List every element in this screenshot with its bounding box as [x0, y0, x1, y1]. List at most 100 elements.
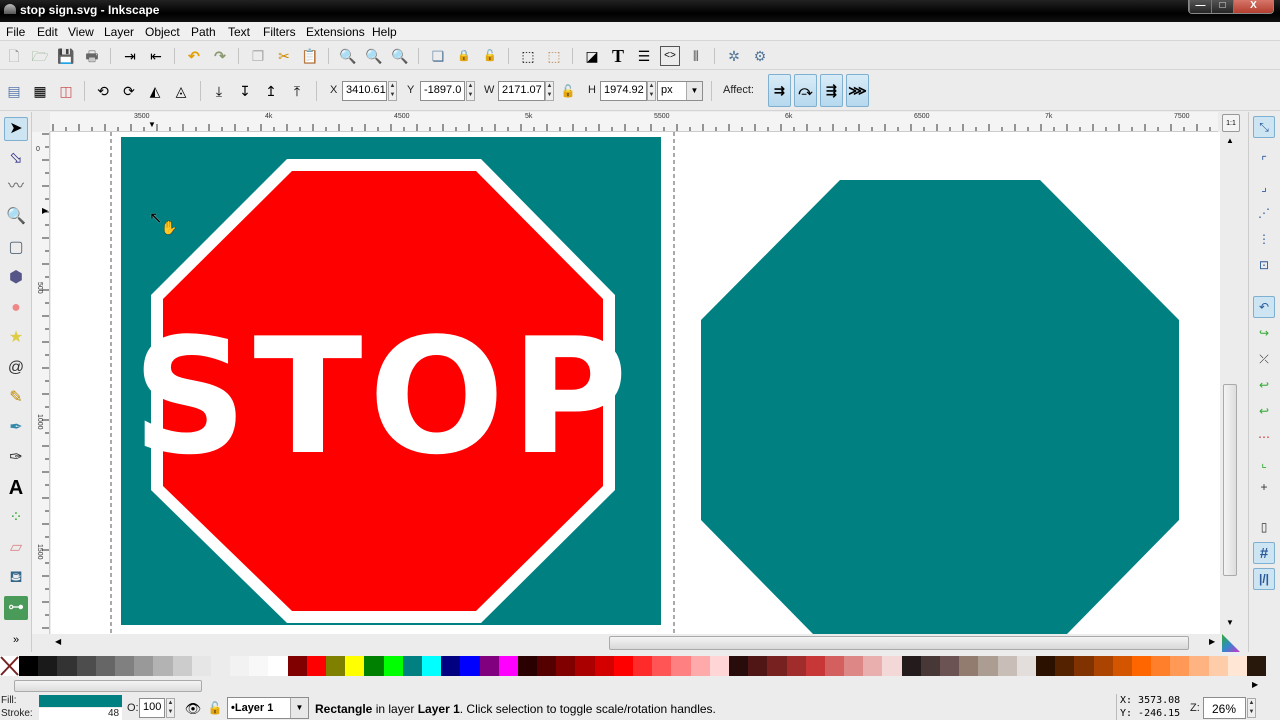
color-swatch[interactable]: [767, 656, 787, 676]
color-swatch[interactable]: [249, 656, 269, 676]
vertical-ruler[interactable]: 0 500 1000 1500 ▶: [32, 132, 50, 634]
snap-nodes[interactable]: ↶: [1253, 296, 1275, 318]
duplicate-icon[interactable]: ❐: [248, 46, 268, 66]
palette-scroll-thumb[interactable]: [14, 680, 202, 692]
no-paint-swatch[interactable]: [0, 656, 19, 676]
color-swatch[interactable]: [940, 656, 960, 676]
menu-layer[interactable]: Layer: [104, 25, 134, 39]
flip-vertical-icon[interactable]: ◬: [171, 81, 191, 101]
color-swatch[interactable]: [1189, 656, 1209, 676]
move-gradients-toggle[interactable]: ⇶: [820, 74, 843, 107]
ungroup-icon[interactable]: ⬚: [544, 46, 564, 66]
scroll-down-icon[interactable]: ▼: [1226, 618, 1234, 627]
deselect-icon[interactable]: ◫: [56, 81, 76, 101]
zoom-1to1-button[interactable]: 1:1: [1222, 114, 1240, 132]
horizontal-scroll-thumb[interactable]: [609, 636, 1189, 650]
unit-select[interactable]: px ▼: [657, 81, 703, 101]
node-tool[interactable]: ⬂: [4, 147, 28, 171]
snap-rotation-center[interactable]: +: [1253, 476, 1275, 498]
connector-tool[interactable]: ⊶: [4, 596, 28, 620]
h-input[interactable]: 1974.92: [600, 81, 647, 101]
raise-icon[interactable]: ↥: [261, 81, 281, 101]
color-swatch[interactable]: [863, 656, 883, 676]
unlink-clone-icon[interactable]: 🔓: [480, 46, 500, 66]
y-spinner[interactable]: ▲ ▼: [466, 81, 475, 101]
color-swatch[interactable]: [709, 656, 729, 676]
color-swatch[interactable]: [383, 656, 403, 676]
snap-cusp-nodes[interactable]: ↩: [1253, 374, 1275, 396]
fill-color-indicator[interactable]: [39, 695, 122, 707]
color-swatch[interactable]: [402, 656, 422, 676]
snap-object-midpoints[interactable]: ⌞: [1253, 452, 1275, 474]
align-distribute-icon[interactable]: ⫴: [686, 46, 706, 66]
color-swatch[interactable]: [824, 656, 845, 676]
color-swatch[interactable]: [479, 656, 499, 676]
rectangle-tool[interactable]: ▢: [4, 236, 28, 260]
color-swatch[interactable]: [748, 656, 768, 676]
scale-corners-toggle[interactable]: ⤼: [794, 74, 817, 107]
save-icon[interactable]: 💾: [56, 46, 76, 66]
tweak-tool[interactable]: 〰: [4, 175, 28, 199]
color-swatch[interactable]: [786, 656, 806, 676]
color-swatch[interactable]: [287, 656, 307, 676]
snap-bbox[interactable]: ⌜: [1253, 150, 1275, 172]
flip-horizontal-icon[interactable]: ◭: [145, 81, 165, 101]
w-spinner[interactable]: ▲ ▼: [545, 81, 554, 101]
color-swatch[interactable]: [1151, 656, 1171, 676]
new-document-icon[interactable]: 🗋: [4, 46, 24, 66]
color-swatch[interactable]: [652, 656, 672, 676]
color-swatch[interactable]: [978, 656, 998, 676]
snap-guides[interactable]: |/|: [1253, 568, 1275, 590]
select-all-layers-icon[interactable]: ▦: [30, 81, 50, 101]
lower-to-bottom-icon[interactable]: ⤓: [209, 81, 229, 101]
snap-bbox-corners[interactable]: ⋰: [1253, 202, 1275, 224]
calligraphy-tool[interactable]: ✑: [4, 446, 28, 470]
color-swatch[interactable]: [114, 656, 135, 676]
scroll-right-icon[interactable]: ▶: [1209, 637, 1215, 646]
color-swatch[interactable]: [153, 656, 173, 676]
x-input[interactable]: 3410.61: [342, 81, 387, 101]
selector-tool[interactable]: ➤: [4, 117, 28, 141]
color-swatch[interactable]: [633, 656, 653, 676]
fill-stroke-icon[interactable]: ◪: [582, 46, 602, 66]
color-swatch[interactable]: [95, 656, 115, 676]
color-swatch[interactable]: [498, 656, 518, 676]
color-swatch[interactable]: [441, 656, 461, 676]
color-swatch[interactable]: [57, 656, 77, 676]
scroll-up-icon[interactable]: ▲: [1226, 136, 1234, 145]
color-swatch[interactable]: [19, 656, 39, 676]
snap-grids[interactable]: #: [1253, 542, 1275, 564]
color-swatch[interactable]: [1131, 656, 1152, 676]
zoom-drawing-icon[interactable]: 🔍: [364, 46, 384, 66]
color-swatch[interactable]: [805, 656, 825, 676]
text-tool[interactable]: A: [4, 476, 28, 500]
document-properties-icon[interactable]: ⚙: [750, 46, 770, 66]
snap-path-intersections[interactable]: ⤫: [1253, 348, 1275, 370]
color-swatch[interactable]: [1170, 656, 1190, 676]
color-swatch[interactable]: [172, 656, 192, 676]
color-swatch[interactable]: [1093, 656, 1113, 676]
print-icon[interactable]: 🖶: [82, 46, 102, 66]
maximize-button[interactable]: □: [1211, 0, 1233, 13]
3d-box-tool[interactable]: ⬢: [4, 266, 28, 290]
layer-lock-icon[interactable]: 🔓: [205, 698, 225, 718]
menu-filters[interactable]: Filters: [263, 25, 296, 39]
color-swatch[interactable]: [345, 656, 365, 676]
menu-view[interactable]: View: [68, 25, 94, 39]
color-swatch[interactable]: [844, 656, 864, 676]
xml-editor-icon[interactable]: <>: [660, 46, 680, 66]
select-all-icon[interactable]: ▤: [4, 81, 24, 101]
x-spinner[interactable]: ▲ ▼: [388, 81, 397, 101]
rotate-cw-icon[interactable]: ⟳: [119, 81, 139, 101]
color-swatch[interactable]: [421, 656, 442, 676]
color-swatch[interactable]: [728, 656, 749, 676]
menu-edit[interactable]: Edit: [37, 25, 58, 39]
color-swatch[interactable]: [1035, 656, 1056, 676]
color-swatch[interactable]: [517, 656, 538, 676]
color-swatch[interactable]: [1112, 656, 1132, 676]
snap-page-border[interactable]: ▯: [1253, 516, 1275, 538]
color-swatch[interactable]: [191, 656, 211, 676]
duplicate-object-icon[interactable]: ❏: [428, 46, 448, 66]
color-swatch[interactable]: [594, 656, 614, 676]
color-swatch[interactable]: [997, 656, 1017, 676]
